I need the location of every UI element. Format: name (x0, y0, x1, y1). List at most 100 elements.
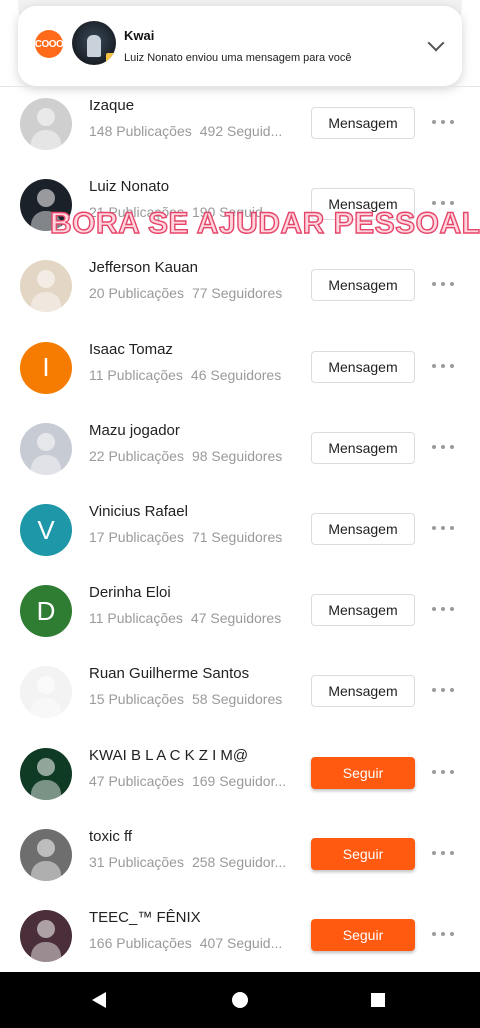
avatar-photo (37, 838, 55, 857)
user-avatar[interactable] (20, 828, 72, 881)
user-row[interactable]: KWAI B L A C K Z I M@ 47 Publicações 169 S… (0, 746, 480, 827)
user-name[interactable]: Jefferson Kauan (89, 259, 198, 276)
more-options-icon[interactable] (432, 688, 454, 694)
follow-button[interactable]: Seguir (311, 837, 415, 870)
user-avatar[interactable] (20, 910, 72, 962)
user-avatar[interactable] (20, 422, 72, 475)
posts-count: 22 Publicações (89, 447, 184, 464)
more-options-icon[interactable] (432, 282, 454, 288)
avatar-photo (37, 676, 55, 695)
notification-card[interactable]: COOO Kwai Luiz Nonato enviou uma mensage… (18, 6, 462, 86)
user-row[interactable]: Mazu jogador 22 Publicações 98 Seguidores M… (0, 421, 480, 502)
divider (0, 86, 480, 87)
follow-button[interactable]: Seguir (311, 756, 415, 789)
follow-button[interactable]: Seguir (311, 919, 415, 951)
followers-count: 58 Seguidores (191, 691, 283, 708)
message-button[interactable]: Mensagem (311, 431, 415, 464)
user-stats: 11 Publicações 47 Seguidores (89, 610, 281, 626)
back-icon[interactable] (92, 992, 106, 1008)
posts-count: 166 Publicações (89, 935, 192, 951)
more-options-icon[interactable] (432, 444, 454, 451)
user-stats: 47 Publicações 169 Seguidor... (89, 773, 286, 789)
user-row[interactable]: D Derinha Eloi 11 Publicações 47 Seguidores… (0, 583, 480, 664)
followers-count: 47 Seguidores (190, 610, 282, 627)
more-options-icon[interactable] (432, 932, 454, 938)
user-stats: 166 Publicações 407 Seguid... (89, 935, 282, 951)
kwai-app-icon: COOO (34, 30, 64, 58)
more-options-icon[interactable] (432, 769, 454, 776)
followers-count: 46 Seguidores (190, 366, 282, 383)
followers-count: 71 Seguidores (191, 529, 283, 545)
avatar-letter: I (42, 352, 50, 383)
chevron-down-icon[interactable] (427, 34, 445, 52)
user-stats: 17 Publicações 71 Seguidores (89, 529, 282, 545)
posts-count: 11 Publicações (89, 610, 183, 627)
user-row[interactable]: I Isaac Tomaz 11 Publicações 46 Seguidores M… (0, 340, 480, 421)
followers-count: 77 Seguidores (191, 285, 283, 302)
user-name[interactable]: Ruan Guilherme Santos (89, 665, 249, 682)
overlay-caption: BORA SE AJUDAR PESSOAL (49, 206, 480, 240)
avatar-letter: V (37, 514, 55, 545)
user-avatar[interactable] (20, 98, 72, 150)
notification-message: Luiz Nonato enviou uma mensagem para voc… (124, 52, 352, 64)
user-stats: 22 Publicações 98 Seguidores (89, 448, 282, 464)
posts-count: 15 Publicações (89, 691, 184, 708)
more-options-icon[interactable] (432, 526, 454, 532)
user-avatar[interactable] (20, 747, 72, 800)
followers-count: 258 Seguidor... (191, 853, 287, 870)
followers-count: 98 Seguidores (191, 447, 283, 464)
message-button[interactable]: Mensagem (311, 675, 415, 708)
followers-count: 169 Seguidor... (191, 772, 287, 789)
user-row[interactable]: toxic ff 31 Publicações 258 Seguidor... Seg… (0, 827, 480, 908)
avatar-photo (37, 757, 55, 776)
recent-apps-icon[interactable] (371, 993, 385, 1007)
more-options-icon[interactable] (432, 363, 454, 370)
more-options-icon[interactable] (432, 120, 454, 126)
user-stats: 11 Publicações 46 Seguidores (89, 367, 281, 383)
user-avatar[interactable]: D (20, 585, 72, 638)
more-options-icon[interactable] (432, 607, 454, 613)
posts-count: 47 Publicações (89, 772, 184, 789)
system-nav-bar (0, 972, 480, 1028)
user-name[interactable]: KWAI B L A C K Z I M@ (89, 747, 248, 764)
user-stats: 31 Publicações 258 Seguidor... (89, 854, 286, 870)
home-icon[interactable] (232, 992, 248, 1008)
user-stats: 15 Publicações 58 Seguidores (89, 691, 282, 707)
user-name[interactable]: Izaque (89, 97, 134, 114)
more-options-icon[interactable] (432, 850, 454, 857)
avatar-photo (37, 432, 55, 451)
user-name[interactable]: Luiz Nonato (89, 178, 169, 195)
avatar-photo (37, 189, 55, 208)
message-button[interactable]: Mensagem (311, 107, 415, 139)
user-avatar[interactable] (20, 666, 72, 719)
user-name[interactable]: Mazu jogador (89, 422, 180, 439)
user-name[interactable]: TEEC_™ FÊNIX (89, 909, 201, 926)
message-button[interactable]: Mensagem (311, 594, 415, 627)
avatar-photo (37, 920, 55, 938)
posts-count: 17 Publicações (89, 529, 184, 545)
user-avatar[interactable]: I (20, 341, 72, 394)
followers-count: 407 Seguid... (199, 935, 283, 951)
posts-count: 31 Publicações (89, 853, 184, 870)
user-name[interactable]: Vinicius Rafael (89, 503, 188, 520)
message-button[interactable]: Mensagem (311, 269, 415, 302)
user-avatar[interactable] (20, 260, 72, 313)
user-stats: 148 Publicações 492 Seguid... (89, 123, 282, 139)
user-row[interactable]: Ruan Guilherme Santos 15 Publicações 58 Se… (0, 664, 480, 745)
app-icon-text: COOO (34, 38, 64, 50)
user-avatar[interactable]: V (20, 504, 72, 556)
avatar-photo (37, 270, 55, 289)
message-button[interactable]: Mensagem (311, 350, 415, 383)
user-stats: 20 Publicações 77 Seguidores (89, 285, 282, 301)
notification-app-name: Kwai (124, 28, 155, 43)
message-button[interactable]: Mensagem (311, 513, 415, 545)
user-row[interactable]: Izaque 148 Publicações 492 Seguid... Mensag… (0, 96, 480, 177)
user-row[interactable]: V Vinicius Rafael 17 Publicações 71 Seguido… (0, 502, 480, 583)
user-row[interactable]: Jefferson Kauan 20 Publicações 77 Seguidor… (0, 258, 480, 339)
user-name[interactable]: toxic ff (89, 828, 132, 845)
posts-count: 148 Publicações (89, 123, 192, 139)
user-name[interactable]: Derinha Eloi (89, 584, 171, 601)
user-name[interactable]: Isaac Tomaz (89, 341, 173, 358)
sender-avatar (72, 21, 116, 65)
posts-count: 20 Publicações (89, 285, 184, 302)
